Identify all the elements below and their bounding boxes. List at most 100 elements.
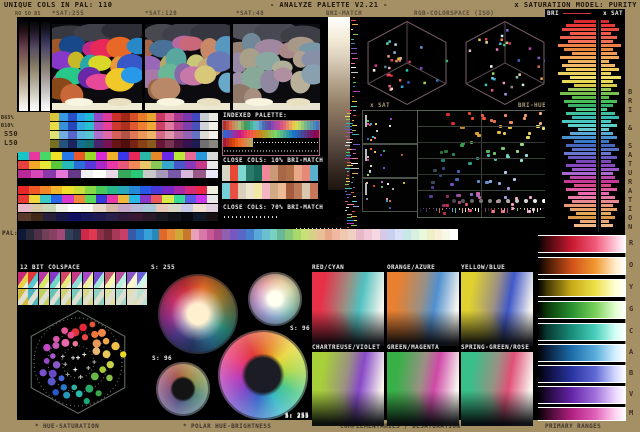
range-letter-V: V — [629, 390, 633, 398]
close-cols-row1 — [222, 165, 318, 181]
indexed-palette-panel: INDEXED PALETTE: CLOSE COLS: 10% BRI-MAT… — [220, 110, 322, 238]
strip-cell — [162, 152, 173, 160]
sat-bar — [601, 64, 615, 67]
tick — [347, 162, 351, 163]
strip-cell — [168, 170, 181, 178]
swatch — [120, 229, 128, 240]
strip-cell — [200, 131, 209, 139]
scatter-dot — [528, 132, 531, 135]
sat128-label: *SAT:128 — [145, 10, 177, 17]
indexed-palette-grid[interactable] — [222, 120, 320, 156]
colspace-tile — [39, 289, 49, 305]
tick — [351, 39, 354, 40]
scatter-dot — [513, 178, 516, 181]
colspace-tile — [116, 272, 126, 288]
strip-cell — [196, 195, 207, 203]
tick — [345, 126, 352, 127]
strip-cell — [85, 186, 96, 194]
tick — [543, 208, 544, 209]
tick — [442, 208, 443, 210]
swatch — [230, 165, 238, 181]
swatch — [104, 229, 112, 240]
strip-cell — [43, 170, 56, 178]
sat-bar — [601, 192, 609, 195]
scatter-dot — [504, 114, 507, 117]
range-letter-Y: Y — [629, 283, 633, 291]
close-cols-row2 — [222, 183, 318, 199]
tick — [346, 194, 351, 195]
bri-bar — [564, 48, 596, 51]
tick — [353, 153, 356, 154]
strip-cell — [168, 204, 181, 212]
strip-cell — [200, 113, 209, 121]
colspace-tile — [137, 289, 147, 305]
tick — [345, 188, 352, 189]
swatch — [246, 229, 254, 240]
left-label-block — [17, 112, 50, 153]
dot — [375, 123, 377, 125]
colspace-tile — [28, 272, 38, 288]
strip-cell — [118, 213, 131, 221]
strip-cell — [29, 195, 40, 203]
divider — [598, 20, 599, 232]
strip-cell — [107, 195, 118, 203]
vertical-letter: N — [628, 223, 632, 231]
scatter-dot — [452, 153, 455, 156]
tick — [351, 72, 358, 73]
swatch — [159, 229, 167, 240]
swatch — [332, 229, 340, 240]
swatch — [34, 229, 42, 240]
tick — [347, 197, 349, 198]
bottom-label-hue-saturation: * HUE-SATURATION — [35, 423, 99, 430]
bri-bar — [572, 168, 596, 171]
scatter-dot — [441, 159, 445, 162]
swatch — [254, 183, 262, 199]
strip-cell — [156, 113, 165, 121]
grid-hline — [418, 158, 558, 159]
grid-hline — [418, 190, 558, 191]
bri-column-label: BRI — [547, 10, 559, 17]
tick — [478, 208, 479, 212]
tick — [530, 208, 531, 209]
scatter-dot — [493, 152, 496, 155]
tick — [347, 165, 353, 166]
scatter-dot — [468, 112, 471, 115]
sat-bar — [601, 124, 617, 127]
vertical-letter: S — [628, 142, 632, 150]
strip-cell — [103, 113, 112, 121]
strip-cell — [93, 213, 106, 221]
swatch — [270, 229, 278, 240]
sat-bar — [601, 132, 613, 135]
swatch — [277, 229, 285, 240]
palette-cell — [316, 147, 319, 156]
grid-hline — [418, 142, 558, 143]
tick — [347, 223, 354, 224]
swatch — [380, 229, 388, 240]
strip-cell — [181, 170, 194, 178]
strip-cell — [96, 152, 107, 160]
dot — [374, 151, 376, 153]
swatch — [419, 229, 427, 240]
comp-title: CHARTREUSE/VIOLET — [312, 344, 380, 351]
strip-cell — [93, 170, 106, 178]
sat-bar — [601, 212, 611, 215]
bri-bar — [562, 64, 596, 67]
strip-cell — [174, 161, 185, 169]
scatter-dot — [526, 136, 530, 139]
strip-cell — [183, 113, 192, 121]
tick — [347, 214, 352, 215]
strip-cell — [138, 131, 147, 139]
strip-cell — [118, 161, 129, 169]
strip-cell — [147, 140, 156, 148]
bri-bar — [560, 56, 596, 59]
bri-bar — [566, 112, 596, 115]
palette-strip-row — [50, 122, 218, 130]
scatter-dot — [523, 117, 526, 120]
scatter-dot — [498, 182, 501, 185]
comp-title: YELLOW/BLUE — [461, 264, 505, 271]
tick — [352, 177, 354, 178]
strip-cell — [118, 170, 131, 178]
red-divider-line — [563, 13, 591, 14]
strip-cell — [77, 122, 86, 130]
swatch — [403, 229, 411, 240]
